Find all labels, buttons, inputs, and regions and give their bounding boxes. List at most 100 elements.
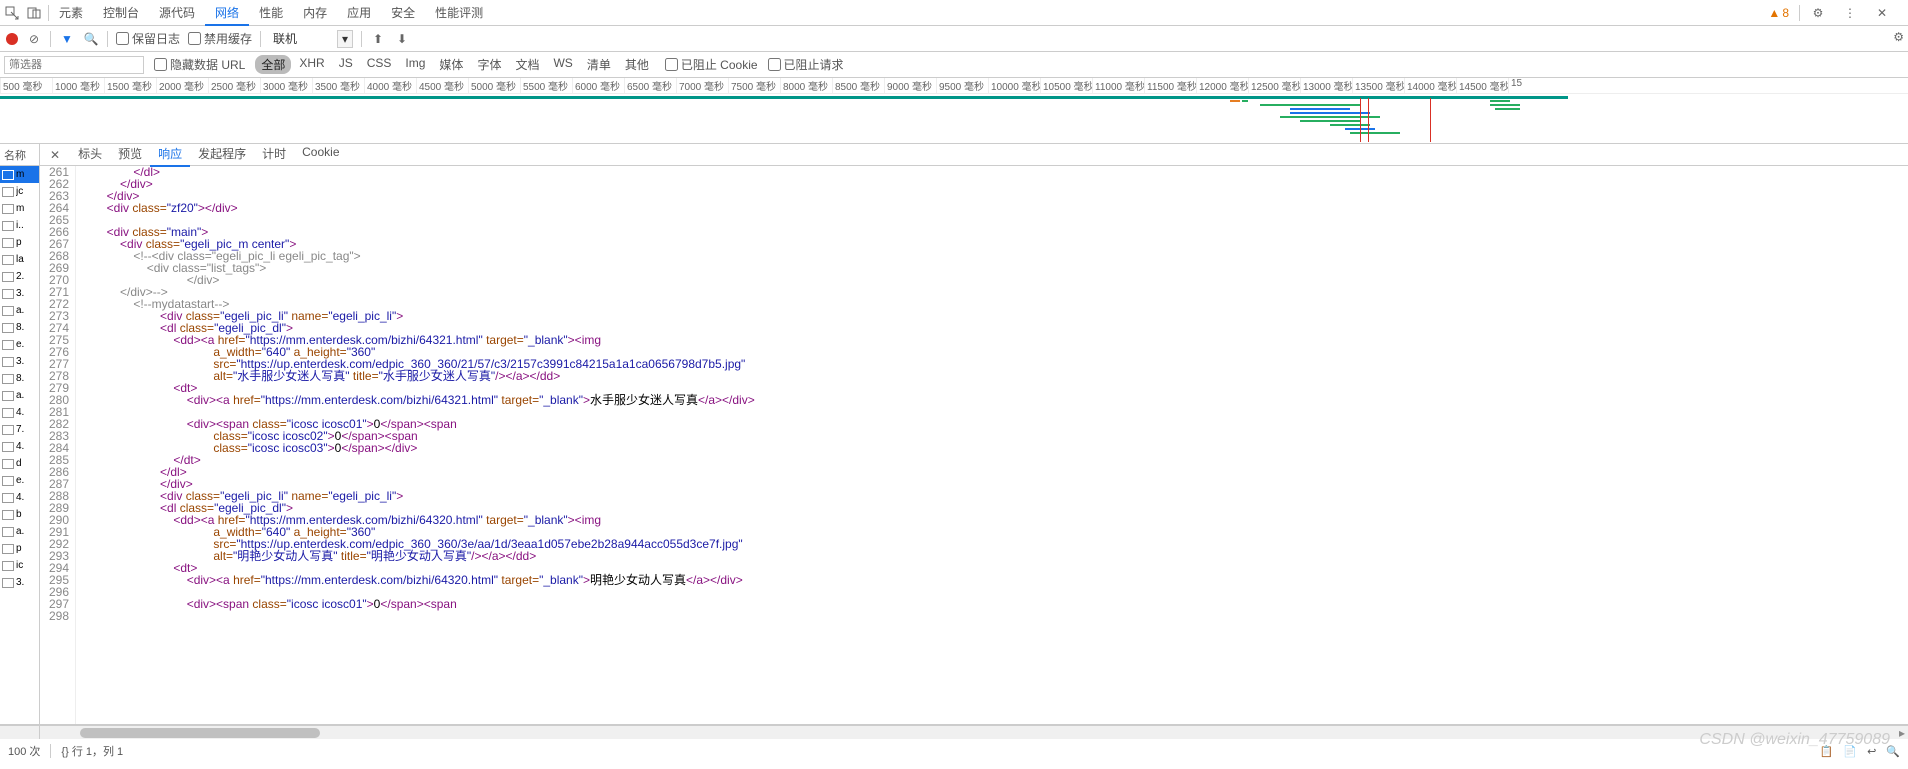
wrap-icon[interactable]: ↩ xyxy=(1867,745,1876,758)
filter-type-WS[interactable]: WS xyxy=(547,55,578,74)
request-row[interactable]: la xyxy=(0,251,39,268)
scroll-right-icon[interactable]: ▸ xyxy=(1899,726,1905,740)
request-row[interactable]: e. xyxy=(0,336,39,353)
tab-内存[interactable]: 内存 xyxy=(293,2,337,24)
code-line[interactable]: <div><a href="https://mm.enterdesk.com/b… xyxy=(80,394,1908,406)
request-row[interactable]: 8. xyxy=(0,370,39,387)
request-row[interactable]: b xyxy=(0,506,39,523)
filter-icon[interactable]: ▼ xyxy=(59,31,75,47)
code-line[interactable]: </div>--> xyxy=(80,286,1908,298)
tab-性能[interactable]: 性能 xyxy=(249,2,293,24)
request-row[interactable]: 4. xyxy=(0,489,39,506)
detail-tab-计时[interactable]: 计时 xyxy=(254,144,294,167)
close-detail-icon[interactable]: ✕ xyxy=(44,148,66,162)
hide-data-url-checkbox[interactable]: 隐藏数据 URL xyxy=(154,56,245,73)
tab-源代码[interactable]: 源代码 xyxy=(149,2,205,24)
request-row[interactable]: jc xyxy=(0,183,39,200)
code-line[interactable]: </dl> xyxy=(80,466,1908,478)
request-row[interactable]: m xyxy=(0,200,39,217)
request-row[interactable]: i.. xyxy=(0,217,39,234)
filter-type-其他[interactable]: 其他 xyxy=(619,55,655,74)
code-line[interactable]: <div class="zf20"></div> xyxy=(80,202,1908,214)
code-line[interactable]: alt="明艳少女动人写真" title="明艳少女动人写真"/></a></d… xyxy=(80,550,1908,562)
code-line[interactable] xyxy=(80,214,1908,226)
throttling-select[interactable]: 联机 xyxy=(269,28,329,49)
filter-type-JS[interactable]: JS xyxy=(333,55,359,74)
request-row[interactable]: a. xyxy=(0,302,39,319)
request-row[interactable]: a. xyxy=(0,523,39,540)
code-line[interactable]: <!--<div class="egeli_pic_li egeli_pic_t… xyxy=(80,250,1908,262)
name-column-header[interactable]: 名称 xyxy=(0,144,39,166)
filter-type-Img[interactable]: Img xyxy=(399,55,431,74)
filter-type-文档[interactable]: 文档 xyxy=(509,55,545,74)
request-row[interactable]: p xyxy=(0,540,39,557)
format-icon[interactable]: 📋 xyxy=(1820,745,1834,758)
detail-tab-发起程序[interactable]: 发起程序 xyxy=(190,144,254,167)
code-lines[interactable]: </dl> </div> </div> <div class="zf20"></… xyxy=(76,166,1908,724)
request-row[interactable]: m xyxy=(0,166,39,183)
request-row[interactable]: 3. xyxy=(0,353,39,370)
request-row[interactable]: 7. xyxy=(0,421,39,438)
code-line[interactable]: <div class="main"> xyxy=(80,226,1908,238)
detail-tab-标头[interactable]: 标头 xyxy=(70,144,110,167)
filter-type-全部[interactable]: 全部 xyxy=(255,55,291,74)
code-line[interactable]: alt="水手服少女迷人写真" title="水手服少女迷人写真"/></a><… xyxy=(80,370,1908,382)
filter-input[interactable] xyxy=(4,56,144,74)
scrollbar-thumb[interactable] xyxy=(80,728,320,738)
code-line[interactable]: <div class="egeli_pic_li" name="egeli_pi… xyxy=(80,310,1908,322)
code-line[interactable]: </dl> xyxy=(80,166,1908,178)
request-row[interactable]: p xyxy=(0,234,39,251)
timeline-overview[interactable]: 500 毫秒1000 毫秒1500 毫秒2000 毫秒2500 毫秒3000 毫… xyxy=(0,78,1908,144)
code-line[interactable]: </div> xyxy=(80,274,1908,286)
request-row[interactable]: 4. xyxy=(0,438,39,455)
request-row[interactable]: ic xyxy=(0,557,39,574)
request-row[interactable]: 3. xyxy=(0,574,39,591)
detail-tab-响应[interactable]: 响应 xyxy=(150,144,190,167)
panel-gear-icon[interactable]: ⚙ xyxy=(1893,30,1904,44)
filter-type-字体[interactable]: 字体 xyxy=(471,55,507,74)
detail-tab-Cookie[interactable]: Cookie xyxy=(294,144,347,167)
request-row[interactable]: e. xyxy=(0,472,39,489)
warning-count[interactable]: ▲ 8 xyxy=(1768,6,1789,20)
more-icon[interactable]: ⋮ xyxy=(1842,5,1858,21)
search-icon[interactable]: 🔍 xyxy=(1886,745,1900,758)
code-line[interactable]: </dt> xyxy=(80,454,1908,466)
response-body[interactable]: 2612622632642652662672682692702712722732… xyxy=(40,166,1908,724)
code-line[interactable]: </div> xyxy=(80,190,1908,202)
code-line[interactable]: <div class="egeli_pic_li" name="egeli_pi… xyxy=(80,490,1908,502)
tab-性能评测[interactable]: 性能评测 xyxy=(425,2,493,24)
record-button[interactable] xyxy=(6,33,18,45)
code-line[interactable]: <div><span class="icosc icosc01">0</span… xyxy=(80,598,1908,610)
search-icon[interactable]: 🔍 xyxy=(83,31,99,47)
filter-type-清单[interactable]: 清单 xyxy=(581,55,617,74)
tab-安全[interactable]: 安全 xyxy=(381,2,425,24)
request-row[interactable]: 8. xyxy=(0,319,39,336)
request-row[interactable]: 2. xyxy=(0,268,39,285)
request-row[interactable]: 3. xyxy=(0,285,39,302)
tab-元素[interactable]: 元素 xyxy=(49,2,93,24)
filter-type-XHR[interactable]: XHR xyxy=(293,55,330,74)
blocked-request-checkbox[interactable]: 已阻止请求 xyxy=(768,56,844,73)
blocked-cookie-checkbox[interactable]: 已阻止 Cookie xyxy=(665,56,758,73)
code-line[interactable]: <div><a href="https://mm.enterdesk.com/b… xyxy=(80,574,1908,586)
tab-控制台[interactable]: 控制台 xyxy=(93,2,149,24)
upload-icon[interactable]: ⬆ xyxy=(370,31,386,47)
request-row[interactable]: d xyxy=(0,455,39,472)
close-icon[interactable]: ✕ xyxy=(1874,5,1890,21)
filter-type-CSS[interactable]: CSS xyxy=(361,55,398,74)
device-icon[interactable] xyxy=(26,5,42,21)
download-icon[interactable]: ⬇ xyxy=(394,31,410,47)
preserve-log-checkbox[interactable]: 保留日志 xyxy=(116,30,180,47)
tab-网络[interactable]: 网络 xyxy=(205,2,249,26)
disable-cache-checkbox[interactable]: 禁用缓存 xyxy=(188,30,252,47)
code-line[interactable]: </div> xyxy=(80,178,1908,190)
request-row[interactable]: a. xyxy=(0,387,39,404)
request-row[interactable]: 4. xyxy=(0,404,39,421)
throttling-dropdown[interactable]: ▾ xyxy=(337,30,353,48)
code-line[interactable]: <div class="list_tags"> xyxy=(80,262,1908,274)
detail-tab-预览[interactable]: 预览 xyxy=(110,144,150,167)
code-line[interactable]: class="icosc icosc03">0</span></div> xyxy=(80,442,1908,454)
inspect-icon[interactable] xyxy=(4,5,20,21)
code-line[interactable] xyxy=(80,610,1908,622)
copy-icon[interactable]: 📄 xyxy=(1843,745,1857,758)
